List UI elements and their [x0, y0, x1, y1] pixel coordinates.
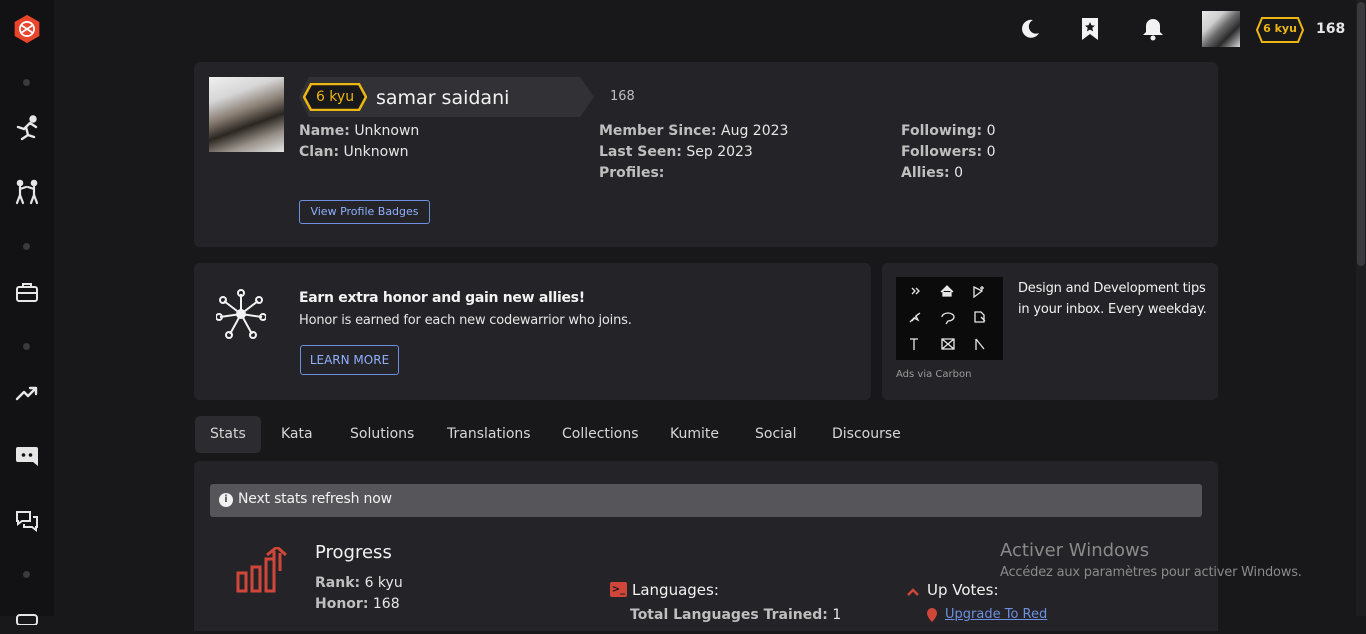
- name-label: Name:: [299, 123, 350, 139]
- followers-label: Followers:: [901, 144, 983, 160]
- rank-row: Rank: 6 kyu: [315, 575, 403, 591]
- name-value: Unknown: [354, 123, 420, 139]
- profiles-label: Profiles:: [599, 165, 665, 181]
- stats-notice-text: Next stats refresh now: [238, 491, 392, 507]
- rank-label: Rank:: [315, 575, 361, 591]
- tab-solutions[interactable]: Solutions: [335, 416, 429, 453]
- profile-avatar: [209, 77, 284, 152]
- header-rank-badge[interactable]: 6 kyu: [1256, 17, 1304, 43]
- codewars-logo-icon[interactable]: [12, 14, 42, 44]
- allies-label: Allies:: [901, 165, 950, 181]
- followers-row[interactable]: Followers: 0: [901, 144, 995, 160]
- languages-trained-value: 1: [832, 607, 842, 623]
- stats-refresh-notice: i Next stats refresh now: [210, 484, 1202, 517]
- info-icon: i: [219, 493, 233, 507]
- sidebar-divider-dot: [23, 571, 30, 578]
- last-seen-row: Last Seen: Sep 2023: [599, 144, 753, 160]
- bookmark-icon[interactable]: [1076, 14, 1104, 44]
- discord-icon[interactable]: [12, 441, 42, 471]
- clan-value: Unknown: [343, 144, 409, 160]
- trending-icon[interactable]: [12, 378, 42, 408]
- chevron-up-icon: [906, 583, 920, 596]
- progress-title: Progress: [315, 542, 392, 563]
- followers-value: 0: [986, 144, 996, 160]
- page-scrollbar[interactable]: [1356, 0, 1366, 616]
- member-since-row: Member Since: Aug 2023: [599, 123, 788, 139]
- profile-honor: 168: [610, 89, 635, 104]
- carbon-ad-panel: Design and Development tips in your inbo…: [882, 263, 1218, 400]
- referral-promo-panel: Earn extra honor and gain new allies! Ho…: [194, 263, 871, 400]
- profile-username: samar saidani: [376, 87, 510, 109]
- windows-activation-text: Accédez aux paramètres pour activer Wind…: [1000, 565, 1302, 580]
- following-label: Following:: [901, 123, 983, 139]
- dark-mode-moon-icon[interactable]: [1016, 14, 1044, 44]
- progress-chart-icon: [236, 545, 290, 595]
- windows-activation-title: Activer Windows: [1000, 540, 1150, 561]
- tab-discourse[interactable]: Discourse: [817, 416, 916, 453]
- sidebar: [0, 0, 54, 625]
- languages-icon: >_: [610, 582, 627, 597]
- following-value: 0: [986, 123, 996, 139]
- ads-via-carbon-link[interactable]: Ads via Carbon: [896, 369, 971, 380]
- sidebar-divider-dot: [23, 79, 30, 86]
- network-icon: [215, 289, 267, 339]
- header-avatar[interactable]: [1202, 11, 1240, 47]
- tab-translations[interactable]: Translations: [432, 416, 546, 453]
- ad-text[interactable]: Design and Development tips in your inbo…: [1018, 278, 1208, 320]
- following-row[interactable]: Following: 0: [901, 123, 996, 139]
- rank-value: 6 kyu: [364, 575, 403, 591]
- profile-rank-text: 6 kyu: [315, 89, 355, 105]
- ad-image[interactable]: [896, 277, 1003, 360]
- view-profile-badges-button[interactable]: View Profile Badges: [299, 200, 430, 224]
- sidebar-divider-dot: [23, 243, 30, 250]
- upvotes-label: Up Votes:: [927, 581, 999, 599]
- honor-row: Honor: 168: [315, 596, 400, 612]
- name-row: Name: Unknown: [299, 123, 419, 139]
- profile-name-banner: 6 kyu samar saidani: [299, 77, 594, 117]
- tab-kata[interactable]: Kata: [266, 416, 328, 453]
- member-since-label: Member Since:: [599, 123, 717, 139]
- profiles-row: Profiles:: [599, 165, 664, 181]
- more-icon[interactable]: [12, 604, 42, 634]
- notifications-bell-icon[interactable]: [1139, 14, 1167, 44]
- allies-value: 0: [954, 165, 964, 181]
- profile-rank-badge: 6 kyu: [303, 83, 367, 111]
- honor-value: 168: [372, 596, 400, 612]
- chat-icon[interactable]: [12, 506, 42, 536]
- promo-title: Earn extra honor and gain new allies!: [299, 290, 585, 306]
- last-seen-value: Sep 2023: [686, 144, 753, 160]
- page-scrollbar-thumb[interactable]: [1357, 2, 1365, 266]
- header-rank-text: 6 kyu: [1263, 22, 1297, 35]
- briefcase-icon[interactable]: [12, 277, 42, 307]
- allies-row[interactable]: Allies: 0: [901, 165, 963, 181]
- languages-label: Languages:: [632, 581, 719, 599]
- learn-more-button[interactable]: LEARN MORE: [300, 345, 399, 375]
- clan-label: Clan:: [299, 144, 340, 160]
- sparring-icon[interactable]: [12, 177, 42, 207]
- member-since-value: Aug 2023: [721, 123, 789, 139]
- header-honor: 168: [1316, 21, 1346, 37]
- tab-collections[interactable]: Collections: [547, 416, 654, 453]
- tab-kumite[interactable]: Kumite: [655, 416, 734, 453]
- sidebar-divider-dot: [23, 343, 30, 350]
- last-seen-label: Last Seen:: [599, 144, 682, 160]
- training-icon[interactable]: [12, 113, 42, 143]
- tab-stats[interactable]: Stats: [195, 416, 261, 453]
- promo-text: Honor is earned for each new codewarrior…: [299, 313, 632, 328]
- languages-trained-label: Total Languages Trained:: [630, 607, 828, 623]
- location-pin-icon: [927, 607, 937, 622]
- clan-row: Clan: Unknown: [299, 144, 409, 160]
- upgrade-to-red-link[interactable]: Upgrade To Red: [945, 607, 1047, 622]
- profile-panel: 6 kyu samar saidani 168 Name: Unknown Cl…: [194, 62, 1218, 247]
- tab-social[interactable]: Social: [740, 416, 812, 453]
- languages-trained-row: Total Languages Trained: 1: [630, 607, 841, 623]
- honor-label: Honor:: [315, 596, 369, 612]
